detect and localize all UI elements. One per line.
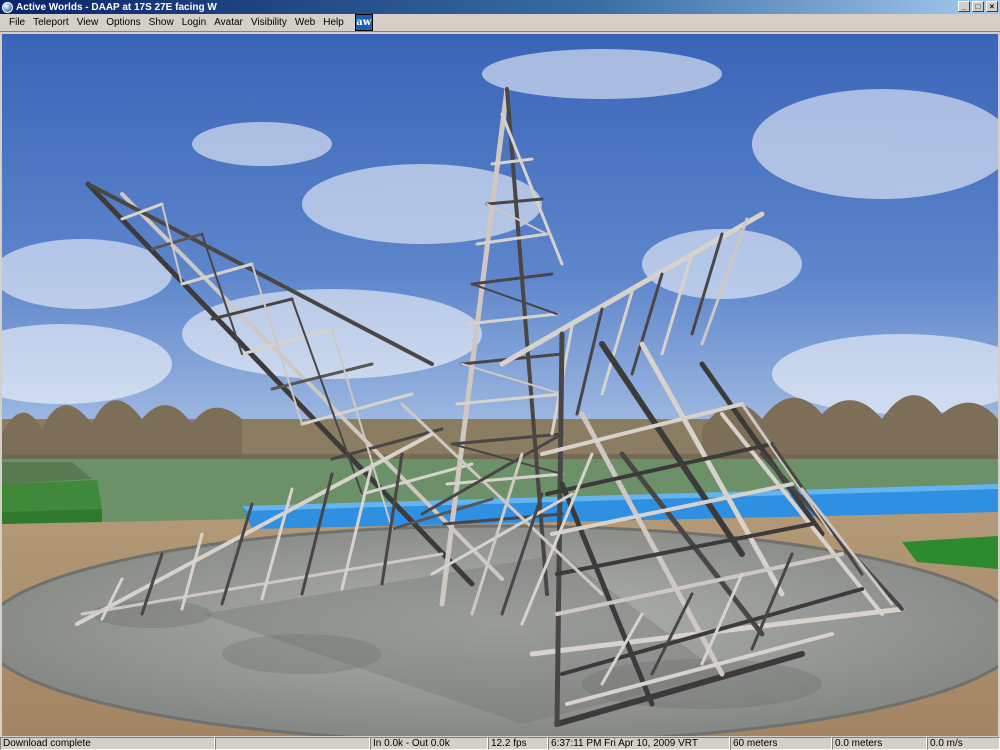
- 3d-viewport[interactable]: [2, 34, 998, 736]
- maximize-button[interactable]: □: [972, 1, 984, 12]
- status-io: In 0.0k - Out 0.0k: [370, 737, 488, 750]
- status-speed: 0.0 m/s: [927, 737, 1000, 750]
- menu-avatar[interactable]: Avatar: [211, 17, 246, 28]
- window-title: Active Worlds - DAAP at 17S 27E facing W: [16, 1, 217, 13]
- aw-logo-icon[interactable]: aw: [354, 14, 373, 31]
- menu-visibility[interactable]: Visibility: [248, 17, 290, 28]
- menu-bar: File Teleport View Options Show Login Av…: [0, 14, 1000, 32]
- menu-teleport[interactable]: Teleport: [30, 17, 72, 28]
- minimize-button[interactable]: _: [958, 1, 970, 12]
- status-altitude: 0.0 meters: [832, 737, 927, 750]
- title-bar[interactable]: Active Worlds - DAAP at 17S 27E facing W…: [0, 0, 1000, 14]
- menu-view[interactable]: View: [74, 17, 102, 28]
- menu-help[interactable]: Help: [320, 17, 347, 28]
- status-fps: 12.2 fps: [488, 737, 548, 750]
- menu-show[interactable]: Show: [146, 17, 177, 28]
- menu-web[interactable]: Web: [292, 17, 318, 28]
- menu-options[interactable]: Options: [103, 17, 143, 28]
- menu-file[interactable]: File: [6, 17, 28, 28]
- status-clock: 6:37:11 PM Fri Apr 10, 2009 VRT: [548, 737, 730, 750]
- menu-login[interactable]: Login: [179, 17, 209, 28]
- app-icon: [2, 1, 13, 13]
- status-distance: 60 meters: [730, 737, 832, 750]
- close-button[interactable]: ×: [986, 1, 998, 12]
- status-bar: Download complete In 0.0k - Out 0.0k 12.…: [0, 737, 1000, 750]
- status-spacer: [215, 737, 370, 750]
- status-message: Download complete: [0, 737, 215, 750]
